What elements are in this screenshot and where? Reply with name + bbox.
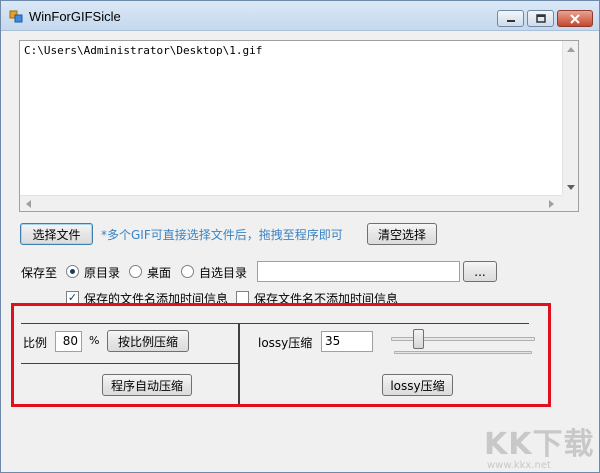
scroll-right-icon (549, 200, 554, 208)
browse-button[interactable]: ... (463, 261, 497, 282)
save-to-label: 保存至 (21, 266, 58, 280)
radio-original-dir[interactable] (66, 265, 79, 278)
scroll-left-icon (26, 200, 31, 208)
custom-dir-field[interactable] (257, 261, 460, 282)
radio-desktop[interactable] (129, 265, 142, 278)
maximize-button[interactable] (527, 10, 554, 27)
window-title: WinForGIFSicle (29, 9, 121, 24)
radio-custom-dir[interactable] (181, 265, 194, 278)
file-path-item[interactable]: C:\Users\Administrator\Desktop\1.gif (24, 44, 262, 57)
choose-file-button[interactable]: 选择文件 (20, 223, 93, 245)
highlight-annotation-box (11, 303, 551, 407)
vertical-scrollbar[interactable] (562, 41, 578, 195)
main-window: WinForGIFSicle C:\Users\Administrator\De… (0, 0, 600, 473)
watermark-logo: KK下载 (484, 427, 595, 462)
maximize-icon (535, 14, 546, 23)
radio-custom-dir-label: 自选目录 (199, 266, 248, 280)
close-icon (570, 13, 580, 24)
scroll-up-icon (567, 47, 575, 52)
radio-desktop-label: 桌面 (147, 266, 172, 280)
scroll-corner (562, 195, 578, 211)
scroll-down-icon (567, 185, 575, 190)
app-icon (9, 9, 23, 23)
clear-selection-button[interactable]: 清空选择 (367, 223, 437, 245)
minimize-button[interactable] (497, 10, 524, 27)
drag-hint: *多个GIF可直接选择文件后，拖拽至程序即可 (101, 228, 343, 242)
close-button[interactable] (557, 10, 593, 27)
file-list-box[interactable]: C:\Users\Administrator\Desktop\1.gif (19, 40, 579, 212)
minimize-icon (506, 19, 515, 22)
title-bar[interactable]: WinForGIFSicle (1, 1, 599, 31)
radio-original-dir-label: 原目录 (84, 266, 121, 280)
watermark-url: www.kkx.net (487, 460, 551, 471)
horizontal-scrollbar[interactable] (20, 195, 562, 211)
